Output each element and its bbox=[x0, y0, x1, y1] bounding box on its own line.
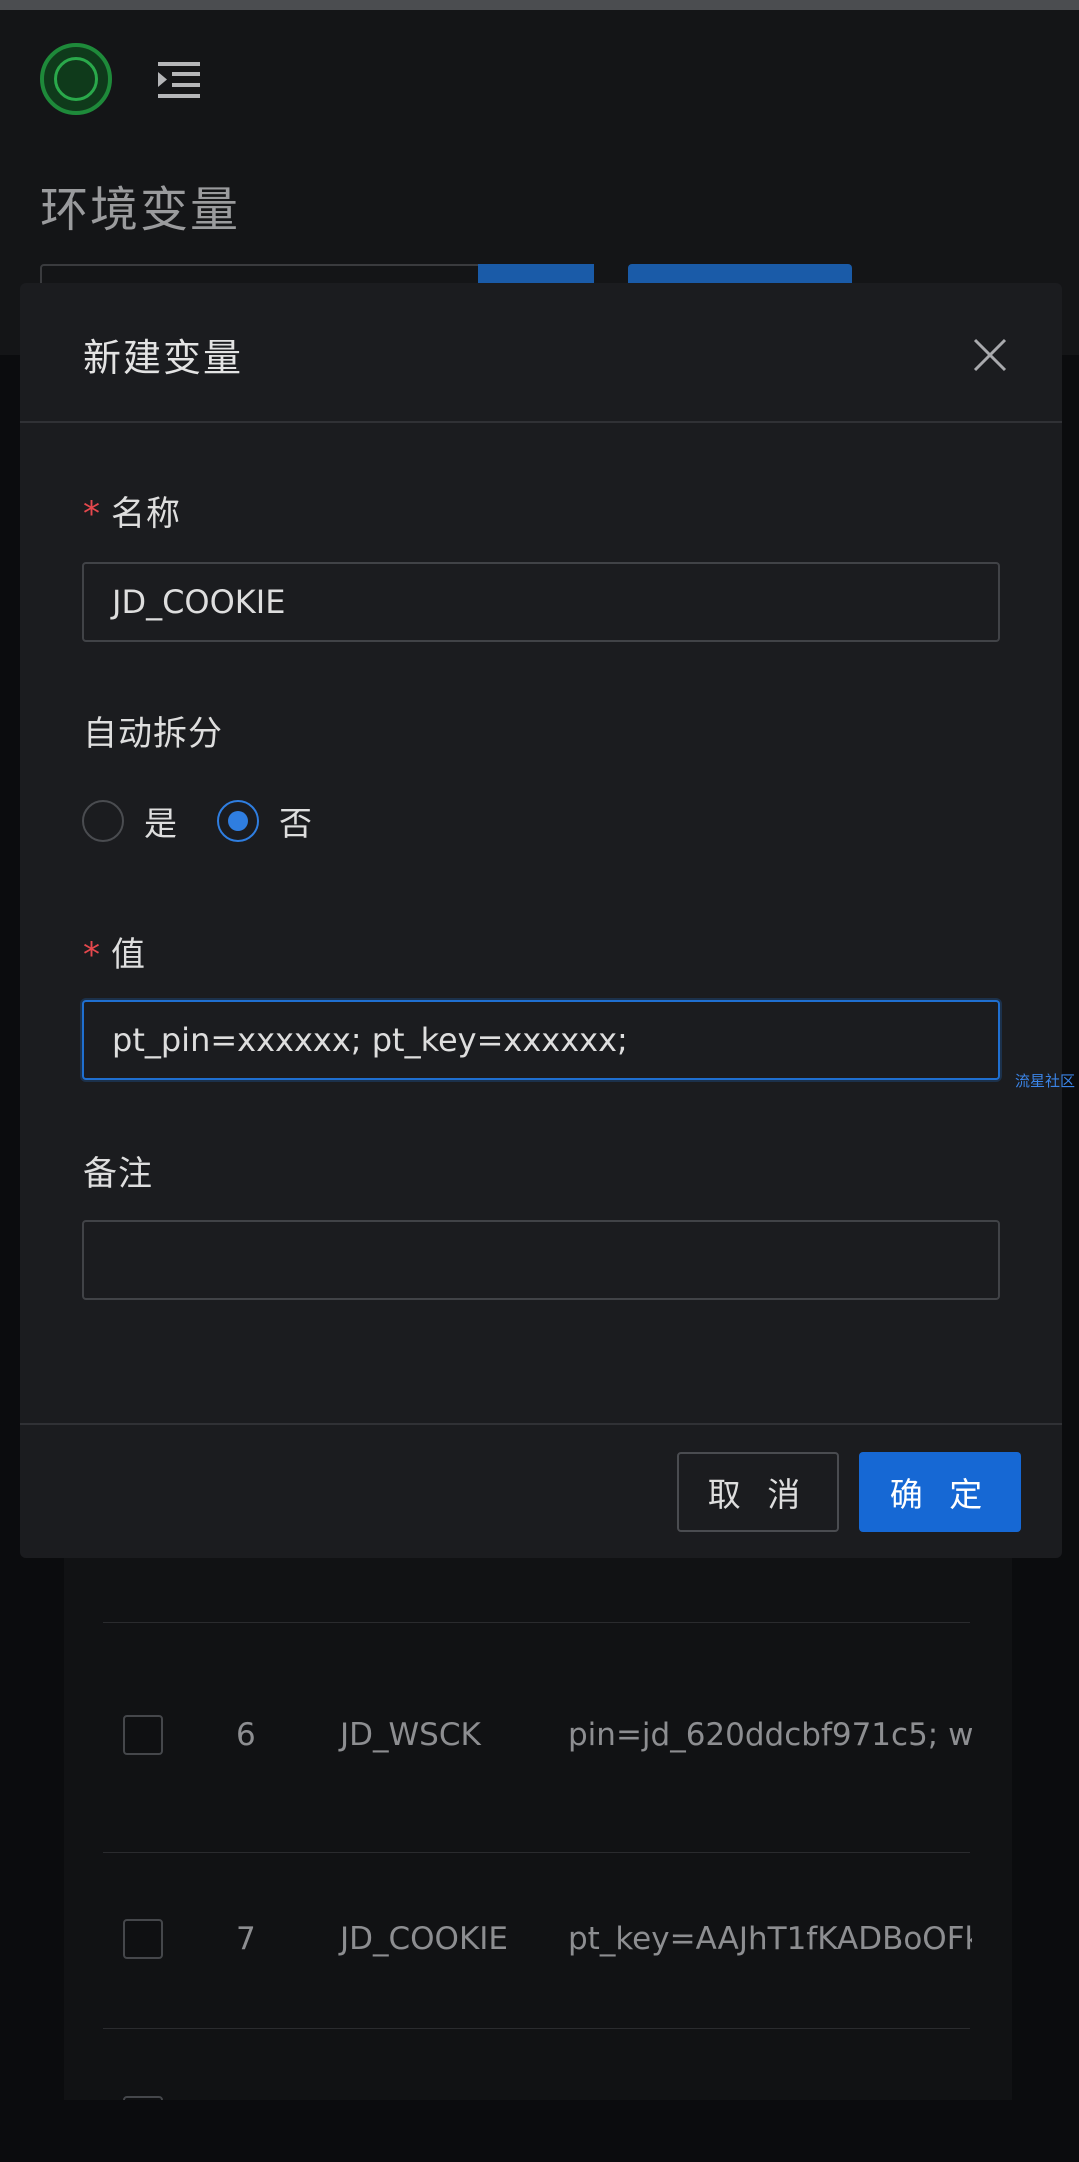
radio-option-no[interactable]: 否 bbox=[217, 797, 312, 845]
table-row[interactable]: 7 JD_COOKIE pt_key=AAJhT1fKADBoOFk... bbox=[0, 1893, 1079, 1993]
status-strip bbox=[0, 0, 1079, 10]
confirm-button[interactable]: 确 定 bbox=[859, 1452, 1021, 1532]
row-index: 6 bbox=[236, 1717, 256, 1753]
page: 环境变量 6 JD_WSCK pin=jd_620ddcbf971c5; wsk… bbox=[0, 0, 1079, 2162]
row-checkbox[interactable] bbox=[123, 1715, 163, 1755]
name-input[interactable]: JD_COOKIE bbox=[82, 562, 1000, 642]
name-label-text: 名称 bbox=[111, 494, 181, 534]
name-label: * 名称 bbox=[83, 486, 181, 535]
row-index: 7 bbox=[236, 1921, 256, 1957]
row-name: JD_WSCK bbox=[340, 1717, 481, 1753]
remark-input[interactable] bbox=[82, 1220, 1000, 1300]
remark-label: 备注 bbox=[83, 1154, 153, 1194]
table-divider bbox=[103, 2028, 970, 2029]
bottom-bar bbox=[0, 2100, 1079, 2162]
radio-option-yes[interactable]: 是 bbox=[82, 797, 177, 845]
modal-footer-divider bbox=[20, 1423, 1062, 1425]
modal-header: 新建变量 bbox=[20, 283, 1062, 423]
value-label: * 值 bbox=[83, 927, 146, 976]
value-label-text: 值 bbox=[111, 935, 146, 975]
table-divider bbox=[103, 1852, 970, 1853]
required-mark: * bbox=[83, 494, 101, 534]
table-row[interactable]: 6 JD_WSCK pin=jd_620ddcbf971c5; wskey=..… bbox=[0, 1690, 1079, 1790]
menu-fold-icon[interactable] bbox=[154, 60, 202, 100]
radio-label: 是 bbox=[144, 804, 177, 843]
radio-label: 否 bbox=[279, 804, 312, 843]
row-value: pt_key=AAJhT1fKADBoOFk... bbox=[568, 1921, 972, 1957]
value-input[interactable]: pt_pin=xxxxxx; pt_key=xxxxxx; bbox=[82, 1000, 1000, 1080]
env-table bbox=[64, 1555, 1012, 2100]
auto-split-label: 自动拆分 bbox=[83, 714, 223, 754]
radio-button-checked[interactable] bbox=[217, 800, 259, 842]
cancel-button[interactable]: 取 消 bbox=[677, 1452, 839, 1532]
close-icon[interactable] bbox=[973, 338, 1007, 372]
radio-button[interactable] bbox=[82, 800, 124, 842]
auto-split-radio-group: 是 否 bbox=[82, 796, 352, 846]
required-mark: * bbox=[83, 935, 101, 975]
row-value: pin=jd_620ddcbf971c5; wskey=... bbox=[568, 1717, 972, 1753]
new-variable-modal: 新建变量 * 名称 JD_COOKIE 自动拆分 是 否 * 值 pt_pin=xx… bbox=[20, 283, 1062, 1558]
modal-title: 新建变量 bbox=[83, 336, 244, 380]
app-logo-icon[interactable] bbox=[40, 43, 112, 115]
side-gutter bbox=[1012, 1555, 1079, 2100]
row-checkbox[interactable] bbox=[123, 1919, 163, 1959]
page-title: 环境变量 bbox=[40, 182, 241, 238]
watermark-text: 流星社区 bbox=[1015, 1072, 1076, 1090]
table-divider bbox=[103, 1622, 970, 1623]
row-name: JD_COOKIE bbox=[340, 1921, 509, 1957]
